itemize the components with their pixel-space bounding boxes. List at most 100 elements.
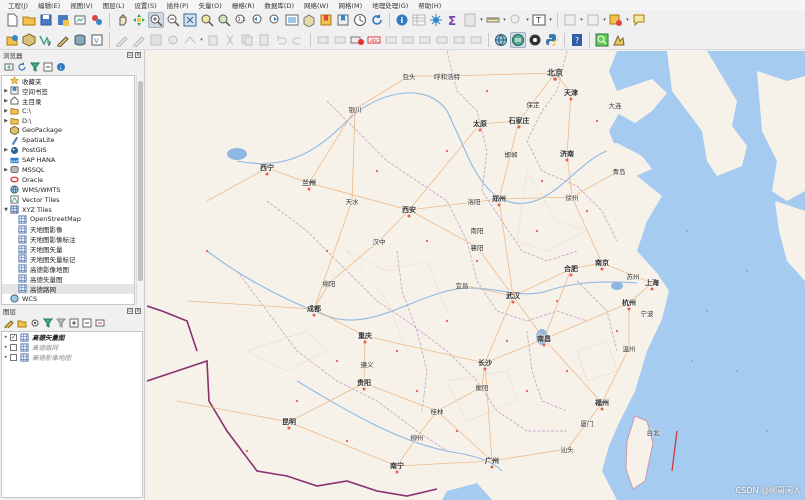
- menu-item[interactable]: 帮助(H): [413, 0, 446, 10]
- annotation-button[interactable]: [631, 12, 647, 28]
- label-rotate-button[interactable]: [400, 32, 416, 48]
- menu-item[interactable]: 地理处理(G): [367, 0, 413, 10]
- zoom-in-button[interactable]: [148, 12, 164, 28]
- expand-arrow-icon[interactable]: ▶: [2, 88, 10, 94]
- filter-legend-icon[interactable]: [43, 318, 53, 328]
- label-remove-button[interactable]: abc: [366, 32, 382, 48]
- cut-features-button[interactable]: [222, 32, 238, 48]
- filter-expression-icon[interactable]: [56, 318, 66, 328]
- select-features-button[interactable]: [562, 12, 578, 28]
- menu-item[interactable]: 网络(W): [299, 0, 334, 10]
- save-edits-button[interactable]: [148, 32, 164, 48]
- collapse-all-icon[interactable]: [43, 62, 53, 72]
- expand-arrow-icon[interactable]: ▶: [2, 167, 10, 173]
- locator-search-button[interactable]: [594, 32, 610, 48]
- zoom-out-button[interactable]: [165, 12, 181, 28]
- paste-features-button[interactable]: [256, 32, 272, 48]
- layer-item[interactable]: ▸ 高德影像地图: [2, 352, 142, 362]
- new-project-button[interactable]: [4, 12, 20, 28]
- browser-item[interactable]: ▶ MSSQL: [2, 165, 134, 175]
- browser-item[interactable]: Oracle: [2, 175, 134, 185]
- add-vector-tile-button[interactable]: V: [89, 32, 105, 48]
- browser-item[interactable]: 高德矢量图: [2, 274, 134, 284]
- open-project-button[interactable]: [21, 12, 37, 28]
- browser-item[interactable]: 天地图矢量标记: [2, 254, 134, 264]
- float-panel-button[interactable]: ▫: [127, 52, 133, 58]
- copy-features-button[interactable]: [239, 32, 255, 48]
- zoom-to-selection-button[interactable]: [199, 12, 215, 28]
- globe-search-button[interactable]: [493, 32, 509, 48]
- help-contents-button[interactable]: ?: [569, 32, 585, 48]
- undo-button[interactable]: [273, 32, 289, 48]
- browser-item[interactable]: 天地图矢量: [2, 244, 134, 254]
- zoom-to-layer-button[interactable]: [216, 12, 232, 28]
- diagram-tool-button[interactable]: [451, 32, 467, 48]
- menu-item[interactable]: 网格(M): [334, 0, 368, 10]
- expand-all-icon[interactable]: [69, 318, 79, 328]
- vertex-tool-button[interactable]: [182, 32, 198, 48]
- zoom-next-button[interactable]: [267, 12, 283, 28]
- save-project-button[interactable]: [38, 12, 54, 28]
- gps-tracker-button[interactable]: [527, 32, 543, 48]
- add-selected-layers-icon[interactable]: [4, 62, 14, 72]
- map-tips-button[interactable]: [608, 12, 624, 28]
- browser-item[interactable]: SpatiaLite: [2, 135, 134, 145]
- layer-visibility-checkbox[interactable]: ✓: [10, 333, 17, 341]
- collapse-all-icon[interactable]: [82, 318, 92, 328]
- pan-tool-button[interactable]: [114, 12, 130, 28]
- expand-arrow-icon[interactable]: ▸: [2, 334, 10, 340]
- show-bookmarks-button[interactable]: [335, 12, 351, 28]
- label-highlight-button[interactable]: [349, 32, 365, 48]
- menu-item[interactable]: 图层(L): [98, 0, 130, 10]
- refresh-button[interactable]: [369, 12, 385, 28]
- style-manager-button[interactable]: [89, 12, 105, 28]
- open-attribute-table-button[interactable]: [411, 12, 427, 28]
- save-as-button[interactable]: [55, 12, 71, 28]
- browser-item[interactable]: 高德影像地图: [2, 264, 134, 274]
- add-vector-layer-button[interactable]: V: [38, 32, 54, 48]
- browser-item[interactable]: ▼ XYZ Tiles: [2, 205, 134, 215]
- new-geopackage-button[interactable]: [21, 32, 37, 48]
- new-map-view-button[interactable]: [284, 12, 300, 28]
- float-panel-button[interactable]: ▫: [127, 308, 133, 314]
- menu-item[interactable]: 栅格(R): [227, 0, 260, 10]
- label-change-button[interactable]: [417, 32, 433, 48]
- deselect-button[interactable]: [585, 12, 601, 28]
- browser-item[interactable]: 高德路网: [2, 283, 134, 294]
- browser-item[interactable]: ▶ 主目录: [2, 96, 134, 106]
- layer-visibility-checkbox[interactable]: [10, 343, 17, 351]
- browser-item[interactable]: ▶ PostGIS: [2, 145, 134, 155]
- manage-map-themes-icon[interactable]: [30, 318, 40, 328]
- label-pin-button[interactable]: [332, 32, 348, 48]
- menu-item[interactable]: 工程(J): [3, 0, 33, 10]
- properties-icon[interactable]: i: [56, 62, 66, 72]
- menu-item[interactable]: 插件(P): [162, 0, 194, 10]
- browser-item[interactable]: SAP SAP HANA: [2, 155, 134, 165]
- select-by-location-button[interactable]: [508, 12, 524, 28]
- label-show-hide-button[interactable]: [468, 32, 484, 48]
- close-panel-button[interactable]: ×: [135, 308, 141, 314]
- expand-arrow-icon[interactable]: ▶: [2, 108, 10, 114]
- layer-item[interactable]: ▸ ✓ 高德矢量图: [2, 332, 142, 342]
- expand-arrow-icon[interactable]: ▶: [2, 98, 10, 104]
- new-print-layout-button[interactable]: [72, 12, 88, 28]
- refresh-icon[interactable]: [17, 62, 27, 72]
- text-annotation-button[interactable]: T: [531, 12, 547, 28]
- data-source-manager-button[interactable]: [4, 32, 20, 48]
- georeferencer-button[interactable]: [611, 32, 627, 48]
- layer-styling-icon[interactable]: [4, 318, 14, 328]
- browser-item[interactable]: WCS: [2, 294, 134, 304]
- browser-item[interactable]: Vector Tiles: [2, 195, 134, 205]
- browser-item[interactable]: OpenStreetMap: [2, 214, 134, 224]
- browser-scroll-thumb[interactable]: [138, 81, 143, 281]
- close-panel-button[interactable]: ×: [135, 52, 141, 58]
- add-group-icon[interactable]: [17, 318, 27, 328]
- zoom-full-button[interactable]: [182, 12, 198, 28]
- python-console-button[interactable]: [544, 32, 560, 48]
- quickmapservices-button[interactable]: [510, 31, 526, 48]
- layer-visibility-checkbox[interactable]: [10, 353, 17, 361]
- current-edits-button[interactable]: [131, 32, 147, 48]
- expand-arrow-icon[interactable]: ▼: [2, 207, 10, 213]
- pan-to-selection-button[interactable]: [131, 12, 147, 28]
- remove-layer-icon[interactable]: [95, 318, 105, 328]
